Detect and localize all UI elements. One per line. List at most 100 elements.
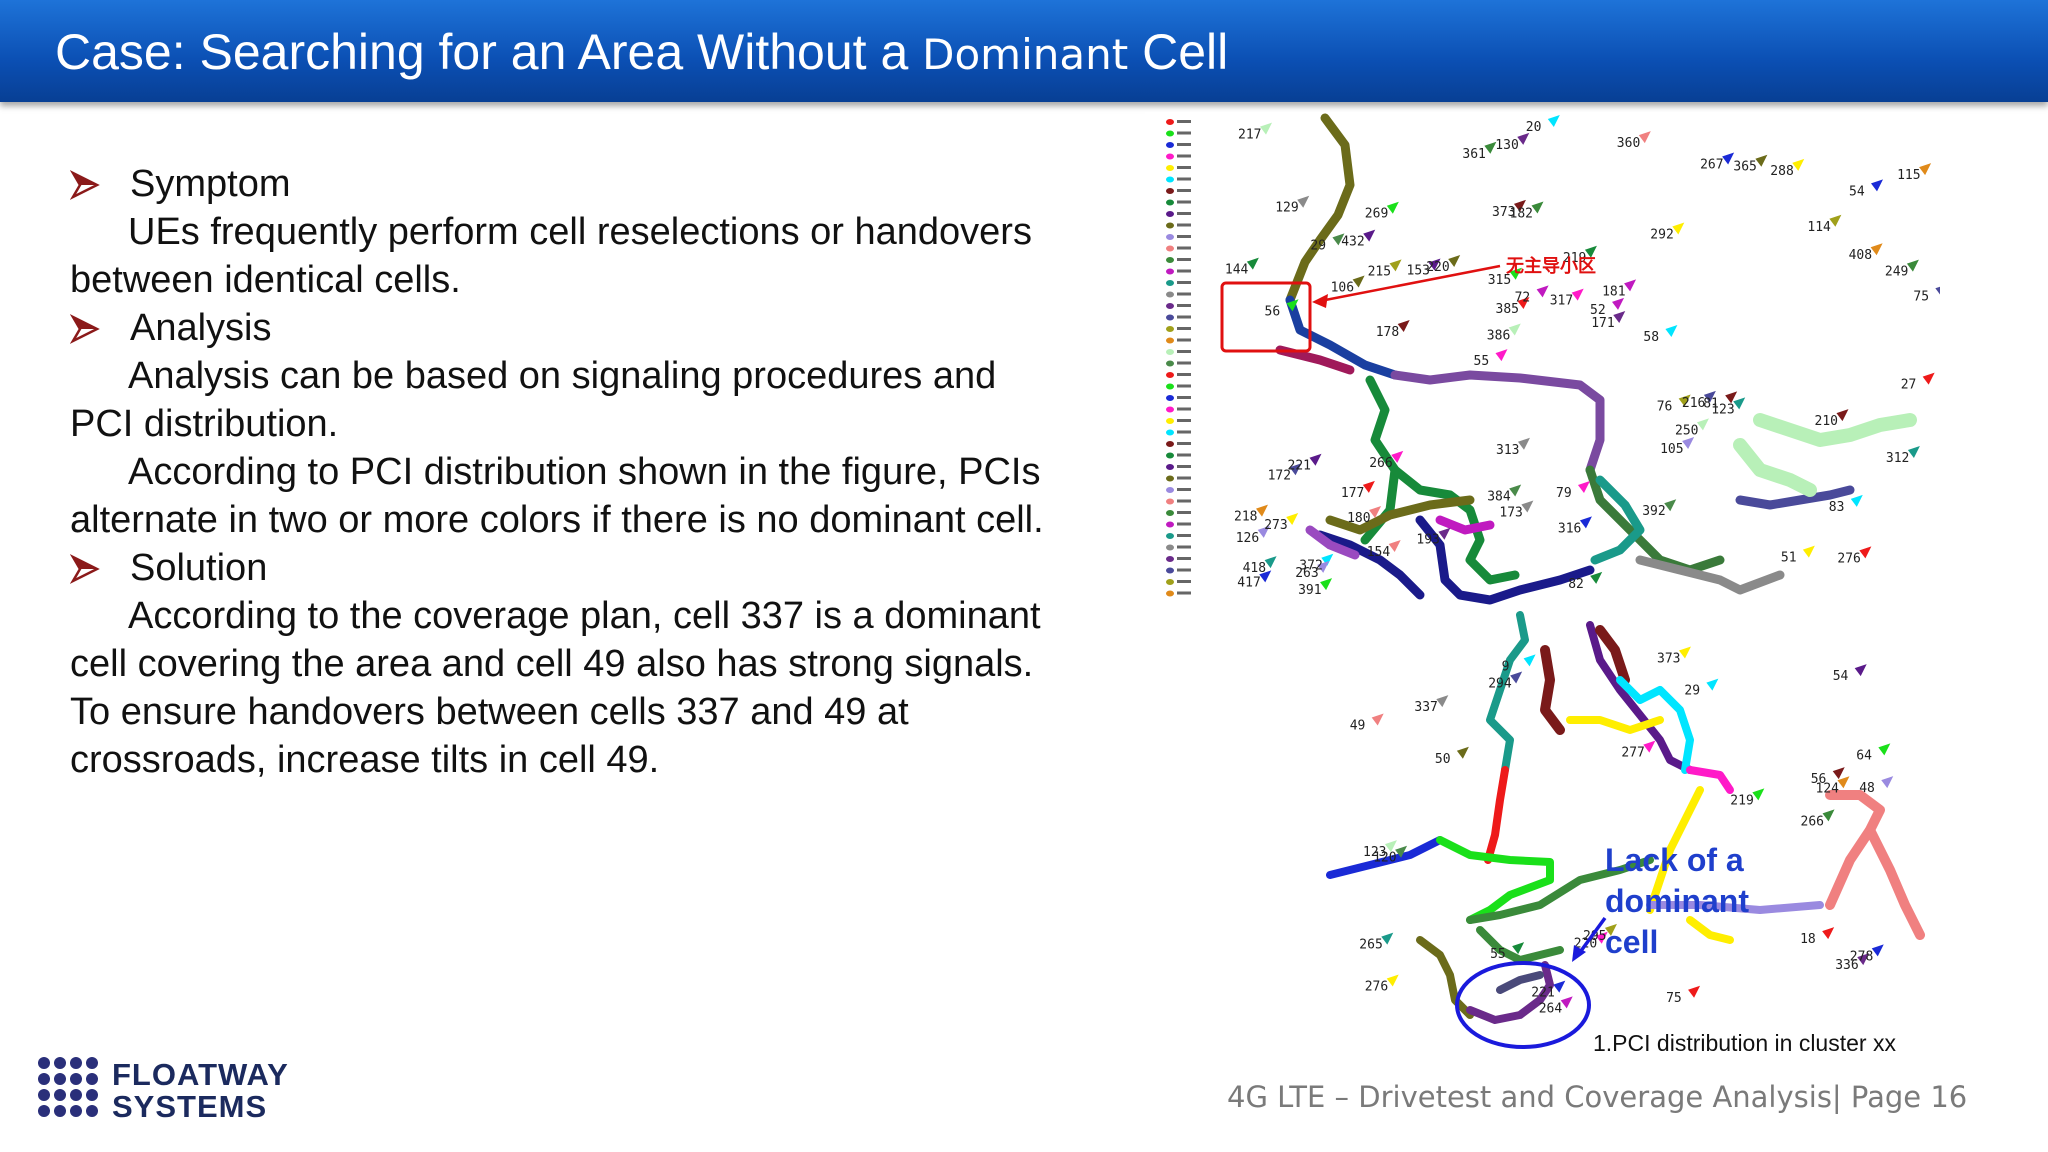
legend-swatch [1166,360,1174,367]
legend-text-mark [1177,189,1191,192]
cell-pci-label: 288 [1770,164,1793,179]
legend-text-mark [1177,545,1191,549]
cell-pci-label: 9 [1502,659,1510,674]
route-segment [1416,936,1474,1019]
legend-swatch [1166,372,1174,378]
analysis-heading: Analysis [130,307,272,349]
legend-text-mark [1177,430,1191,434]
cell-pci-label: 316 [1558,521,1581,536]
cell-pci-label: 216 [1682,396,1705,411]
cell-pci-label: 126 [1236,531,1259,546]
cell-pci-label: 417 [1237,575,1260,590]
cell-pci-label: 76 [1657,400,1673,415]
legend-swatch [1166,326,1174,332]
legend-text-mark [1177,212,1191,215]
cell-pci-label: 373 [1657,652,1680,667]
arrow-bullet-icon [70,160,130,208]
cell-pci-label: 153 [1407,264,1430,279]
cell-pci-label: 360 [1617,136,1640,151]
cell-pci-label: 336 [1835,958,1858,973]
solution-heading: Solution [130,547,268,589]
legend-text-mark [1177,557,1191,560]
chinese-label: 无主导小区 [1506,255,1596,277]
title-part-1: Case: Searching for an Area Without a [55,24,923,80]
legend-swatch [1166,303,1174,309]
cell-sector-marker [1553,980,1566,993]
legend-swatch [1166,521,1174,528]
footer-text: 4G LTE – Drivetest and Coverage Analysis… [1227,1080,1968,1114]
cell-pci-label: 82 [1568,577,1584,592]
legend-swatch [1166,280,1174,286]
legend-text-mark [1177,396,1191,399]
bottom-map-panel: 4849505455566364651231242102192202212762… [1326,611,1925,1049]
legend-swatch [1166,498,1174,505]
cell-pci-label: 58 [1643,330,1659,345]
legend-text-mark [1177,315,1191,319]
legend-swatch [1166,383,1174,390]
legend-swatch [1166,130,1174,137]
cell-sector-marker [1822,809,1835,822]
cell-pci-label: 115 [1897,168,1920,183]
legend-text-mark [1177,476,1191,480]
legend-text-mark [1177,373,1191,376]
legend-text-mark [1177,350,1191,353]
cell-pci-label: 177 [1341,486,1364,501]
route-segment [1484,766,1509,864]
top-map-panel [1145,112,1940,612]
legend-text-mark [1177,361,1191,365]
legend-swatch [1166,211,1174,217]
legend-swatch [1166,510,1174,516]
slide-title: Case: Searching for an Area Without a Do… [55,22,1228,85]
arrow-bullet-icon [70,544,130,592]
cell-sector-marker [1371,713,1384,726]
figure-caption: 1.PCI distribution in cluster xx [1593,1030,1896,1056]
legend-swatch [1166,165,1174,171]
symptom-heading: Symptom [130,163,291,205]
cell-pci-label: 221 [1531,986,1554,1001]
legend-swatch [1166,314,1174,321]
cell-pci-label: 250 [1675,423,1698,438]
cell-pci-label: 20 [1526,120,1542,135]
cell-pci-label: 50 [1435,752,1451,767]
route-segment [1540,645,1565,735]
cell-pci-label: 384 [1487,490,1511,505]
body-text: Symptom UEs frequently perform cell rese… [70,160,1060,784]
cell-pci-label: 181 [1602,284,1625,299]
analysis-text-1: Analysis can be based on signaling proce… [70,355,997,445]
cell-pci-label: 218 [1234,510,1257,525]
legend-text-mark [1177,281,1191,284]
legend-text-mark [1177,511,1191,514]
legend-text-mark [1177,407,1191,411]
cell-pci-label: 29 [1310,238,1326,253]
cell-pci-label: 217 [1238,128,1261,143]
route-segment [1566,716,1664,734]
cell-sector-marker [1456,746,1469,759]
legend-text-mark [1177,292,1191,296]
cell-pci-label: 29 [1684,684,1700,699]
cell-pci-label: 79 [1556,486,1572,501]
cell-pci-label: 72 [1515,290,1531,305]
cell-pci-label: 386 [1487,329,1510,344]
legend-swatch [1166,188,1174,194]
cell-pci-label: 83 [1829,500,1845,515]
legend-swatch [1166,452,1174,459]
cell-sector-marker [1706,678,1719,691]
legend-text-mark [1177,591,1191,595]
legend-swatch [1166,544,1174,551]
legend-text-mark [1177,488,1191,491]
legend-text-mark [1177,384,1191,388]
cell-pci-label: 418 [1243,561,1266,576]
cell-pci-label: 56 [1265,304,1281,319]
cell-pci-label: 54 [1849,184,1865,199]
cell-pci-label: 294 [1488,677,1512,692]
title-part-3: Cell [1128,24,1229,80]
title-part-2: Dominant [922,30,1129,79]
legend-swatch [1166,199,1174,206]
cell-pci-label: 292 [1650,228,1673,243]
route-segment [1865,825,1925,940]
cell-sector-marker [1881,776,1894,789]
cell-pci-label: 317 [1550,294,1573,309]
cell-pci-label: 81 [1703,396,1719,411]
legend-swatch [1166,441,1174,447]
legend-text-mark [1177,568,1191,572]
